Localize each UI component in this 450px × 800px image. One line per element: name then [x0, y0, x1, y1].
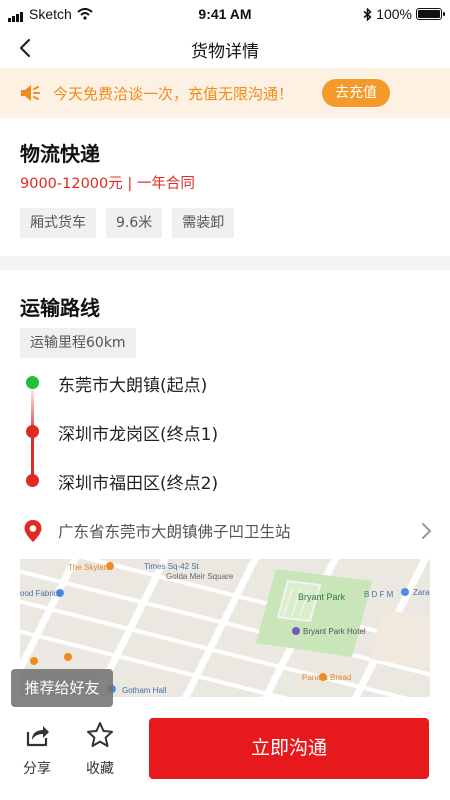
battery-level: [418, 10, 440, 18]
route-stop-start: 东莞市大朗镇(起点): [58, 376, 208, 396]
battery-percent: 100%: [376, 6, 412, 22]
map-label-bryant-park: Bryant Park: [298, 592, 346, 602]
notice-text: 今天免费洽谈一次，充值无限沟通！: [53, 85, 294, 103]
map-label-times-sq: Times Sq-42 St: [144, 562, 200, 571]
share-label: 分享: [23, 761, 51, 777]
recharge-button[interactable]: 去充值: [322, 79, 390, 107]
notice-banner: 今天免费洽谈一次，充值无限沟通！ 去充值: [0, 68, 450, 118]
map-label-zara: Zara: [413, 588, 430, 597]
map-label-golda-meir: Golda Meir Square: [166, 572, 234, 581]
tag-vehicle-length: 9.6米: [106, 208, 163, 238]
page-title: 货物详情: [191, 42, 259, 62]
favorite-button[interactable]: 收藏: [80, 720, 120, 778]
address-row[interactable]: 广东省东莞市大朗镇佛子凹卫生站: [0, 516, 450, 546]
battery-icon: [416, 8, 445, 20]
location-pin-icon: [24, 520, 42, 542]
bluetooth-icon: [363, 7, 372, 21]
start-dot: [26, 376, 39, 389]
chevron-right-icon: [422, 523, 432, 539]
share-button[interactable]: 分享: [17, 720, 57, 778]
star-icon: [87, 722, 113, 747]
nav-bar: 货物详情: [0, 28, 450, 68]
chat-now-button[interactable]: 立即沟通: [149, 718, 429, 779]
tag-loading: 需装卸: [172, 208, 235, 238]
share-tooltip: 推荐给好友: [11, 669, 113, 707]
status-bar: Sketch 9:41 AM 100%: [0, 0, 450, 28]
route-title: 运输路线: [20, 296, 100, 320]
map-label-subway: B D F M: [364, 590, 394, 599]
status-right: 100%: [363, 6, 445, 22]
map-label-panera: Panera Bread: [302, 673, 351, 682]
end1-dot: [26, 425, 39, 438]
speaker-icon: [21, 85, 40, 101]
end2-dot: [26, 474, 39, 487]
cargo-card: 物流快递 9000-12000元 | 一年合同 厢式货车 9.6米 需装卸: [0, 118, 450, 256]
mileage-badge: 运输里程60km: [20, 328, 136, 358]
map-label-fabrics: ood Fabrics: [20, 589, 62, 598]
map-label-skylark: The Skylark: [68, 563, 111, 572]
favorite-label: 收藏: [86, 761, 114, 777]
share-icon: [26, 726, 49, 747]
cargo-title: 物流快递: [20, 142, 100, 166]
map-label-gotham-hall: Gotham Hall: [122, 686, 167, 695]
route-stop-end2: 深圳市福田区(终点2): [58, 474, 219, 494]
tag-vehicle-type: 厢式货车: [20, 208, 96, 238]
route-stop-end1: 深圳市龙岗区(终点1): [58, 425, 219, 445]
address-text: 广东省东莞市大朗镇佛子凹卫生站: [58, 523, 291, 541]
cargo-price: 9000-12000元 | 一年合同: [20, 176, 195, 192]
route-card: 运输路线 运输里程60km 东莞市大朗镇(起点) 深圳市龙岗区(终点1) 深圳市…: [0, 270, 450, 700]
map-label-bryant-hotel: Bryant Park Hotel: [303, 627, 366, 636]
cargo-tags: 厢式货车 9.6米 需装卸: [20, 208, 235, 238]
